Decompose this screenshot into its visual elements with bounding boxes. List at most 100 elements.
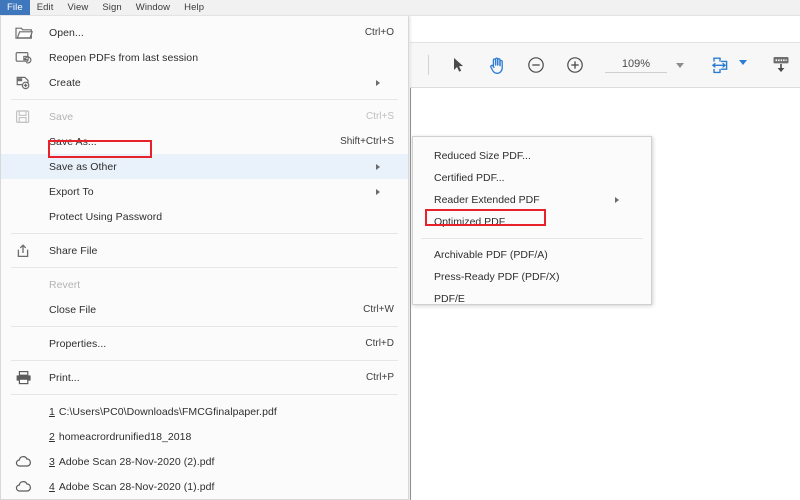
menu-separator bbox=[11, 267, 398, 268]
recent-file-item[interactable]: 2 homeacrordrunified18_2018 bbox=[1, 424, 408, 449]
menu-item-label: Reopen PDFs from last session bbox=[49, 51, 199, 64]
acrobat-window: File Edit View Sign Window Help ed proje… bbox=[0, 0, 800, 500]
menu-item-save: Save Ctrl+S bbox=[1, 104, 408, 129]
zoom-out-icon[interactable] bbox=[525, 51, 548, 79]
submenu-arrow-icon bbox=[376, 188, 380, 195]
menubar-item-edit[interactable]: Edit bbox=[30, 0, 61, 15]
submenu-item-certified-pdf[interactable]: Certified PDF... bbox=[413, 167, 651, 189]
menu-item-label: Save As... bbox=[49, 135, 97, 148]
menu-item-share-file[interactable]: Share File bbox=[1, 238, 408, 263]
recent-file-number: 2 bbox=[49, 430, 55, 443]
menu-item-label: Create bbox=[49, 76, 81, 89]
file-menu-panel: Open... Ctrl+O Reopen PDFs from last ses… bbox=[0, 15, 409, 500]
printer-icon bbox=[15, 370, 49, 385]
recent-file-label: homeacrordrunified18_2018 bbox=[58, 430, 192, 443]
reopen-icon bbox=[15, 50, 49, 65]
save-disk-icon bbox=[15, 109, 49, 124]
menu-separator bbox=[11, 99, 398, 100]
save-as-other-submenu: Reduced Size PDF... Certified PDF... Rea… bbox=[412, 136, 652, 305]
menu-item-label: Revert bbox=[49, 278, 81, 291]
folder-open-icon bbox=[15, 25, 49, 40]
toolbar-divider bbox=[428, 55, 429, 75]
menu-item-label: Close File bbox=[49, 303, 97, 316]
menu-separator bbox=[11, 360, 398, 361]
recent-file-item[interactable]: 4 Adobe Scan 28-Nov-2020 (1).pdf bbox=[1, 474, 408, 499]
menu-item-shortcut: Ctrl+W bbox=[363, 304, 394, 315]
submenu-arrow-icon bbox=[615, 197, 619, 203]
chevron-down-icon[interactable] bbox=[675, 62, 684, 68]
recent-file-label: Adobe Scan 28-Nov-2020 (2).pdf bbox=[58, 455, 215, 468]
submenu-item-optimized-pdf[interactable]: Optimized PDF... bbox=[413, 211, 651, 233]
document-text-region: ed projects: bbox=[411, 430, 800, 460]
cloud-icon bbox=[15, 480, 49, 493]
submenu-item-pdf-e[interactable]: PDF/E bbox=[413, 288, 651, 310]
menu-item-label: Save as Other bbox=[49, 160, 117, 173]
recent-file-number: 4 bbox=[49, 480, 55, 493]
recent-file-item[interactable]: 3 Adobe Scan 28-Nov-2020 (2).pdf bbox=[1, 449, 408, 474]
fit-page-icon[interactable] bbox=[710, 51, 733, 79]
menubar-item-view[interactable]: View bbox=[61, 0, 96, 15]
submenu-item-label: Optimized PDF... bbox=[434, 216, 513, 228]
menu-separator bbox=[11, 326, 398, 327]
menu-item-label: Export To bbox=[49, 185, 94, 198]
menubar-item-help[interactable]: Help bbox=[177, 0, 211, 15]
view-toolbar: 109% bbox=[410, 42, 800, 88]
submenu-item-label: Reduced Size PDF... bbox=[434, 150, 531, 162]
menu-item-save-as-other[interactable]: Save as Other bbox=[1, 154, 408, 179]
submenu-item-label: Archivable PDF (PDF/A) bbox=[434, 249, 548, 261]
menubar-item-sign[interactable]: Sign bbox=[95, 0, 128, 15]
submenu-separator bbox=[421, 238, 643, 239]
menubar-item-file[interactable]: File bbox=[0, 0, 30, 15]
recent-file-number: 1 bbox=[49, 405, 55, 418]
menu-item-save-as[interactable]: Save As... Shift+Ctrl+S bbox=[1, 129, 408, 154]
submenu-item-reader-extended-pdf[interactable]: Reader Extended PDF bbox=[413, 189, 651, 211]
submenu-item-reduced-size-pdf[interactable]: Reduced Size PDF... bbox=[413, 145, 651, 167]
submenu-arrow-icon bbox=[376, 163, 380, 170]
share-upload-icon bbox=[15, 243, 49, 259]
fit-page-chevron-icon[interactable] bbox=[738, 60, 747, 65]
menu-item-label: Share File bbox=[49, 244, 98, 257]
selection-cursor-icon[interactable] bbox=[447, 51, 470, 79]
zoom-in-icon[interactable] bbox=[564, 51, 587, 79]
menubar-item-window[interactable]: Window bbox=[129, 0, 177, 15]
menu-item-label: Save bbox=[49, 110, 74, 123]
menu-item-print[interactable]: Print... Ctrl+P bbox=[1, 365, 408, 390]
zoom-level-control[interactable]: 109% bbox=[604, 58, 684, 73]
download-icon[interactable] bbox=[769, 51, 792, 79]
submenu-item-archivable-pdf[interactable]: Archivable PDF (PDF/A) bbox=[413, 244, 651, 266]
menu-separator bbox=[11, 394, 398, 395]
submenu-item-press-ready-pdf[interactable]: Press-Ready PDF (PDF/X) bbox=[413, 266, 651, 288]
menu-item-protect-using-password[interactable]: Protect Using Password bbox=[1, 204, 408, 229]
menu-item-shortcut: Shift+Ctrl+S bbox=[340, 136, 394, 147]
submenu-item-label: Press-Ready PDF (PDF/X) bbox=[434, 271, 560, 283]
submenu-item-label: PDF/E bbox=[434, 293, 465, 305]
menu-item-reopen-pdfs[interactable]: Reopen PDFs from last session bbox=[1, 45, 408, 70]
submenu-arrow-icon bbox=[376, 79, 380, 86]
hand-icon[interactable] bbox=[486, 51, 509, 79]
menu-item-label: Protect Using Password bbox=[49, 210, 163, 223]
menu-item-create[interactable]: Create bbox=[1, 70, 408, 95]
menu-item-label: Properties... bbox=[49, 337, 107, 350]
cloud-icon bbox=[15, 455, 49, 468]
menu-item-shortcut: Ctrl+S bbox=[365, 111, 394, 122]
menu-item-revert: Revert bbox=[1, 272, 408, 297]
menu-item-label: Print... bbox=[49, 371, 80, 384]
menu-bar: File Edit View Sign Window Help bbox=[0, 0, 800, 16]
recent-file-item[interactable]: 1 C:\Users\PC0\Downloads\FMCGfinalpaper.… bbox=[1, 399, 408, 424]
menu-item-shortcut: Ctrl+O bbox=[364, 27, 394, 38]
recent-file-label: Adobe Scan 28-Nov-2020 (1).pdf bbox=[58, 480, 215, 493]
menu-item-label: Open... bbox=[49, 26, 84, 39]
create-pdf-icon bbox=[15, 75, 49, 90]
submenu-item-label: Certified PDF... bbox=[434, 172, 505, 184]
recent-file-number: 3 bbox=[49, 455, 55, 468]
menu-item-shortcut: Ctrl+P bbox=[365, 372, 394, 383]
menu-item-open[interactable]: Open... Ctrl+O bbox=[1, 20, 408, 45]
zoom-level-value[interactable]: 109% bbox=[604, 58, 667, 73]
menu-item-properties[interactable]: Properties... Ctrl+D bbox=[1, 331, 408, 356]
submenu-item-label: Reader Extended PDF bbox=[434, 194, 540, 206]
menu-item-export-to[interactable]: Export To bbox=[1, 179, 408, 204]
menu-separator bbox=[11, 233, 398, 234]
menu-item-shortcut: Ctrl+D bbox=[365, 338, 394, 349]
menu-item-close-file[interactable]: Close File Ctrl+W bbox=[1, 297, 408, 322]
recent-file-label: C:\Users\PC0\Downloads\FMCGfinalpaper.pd… bbox=[58, 405, 277, 418]
